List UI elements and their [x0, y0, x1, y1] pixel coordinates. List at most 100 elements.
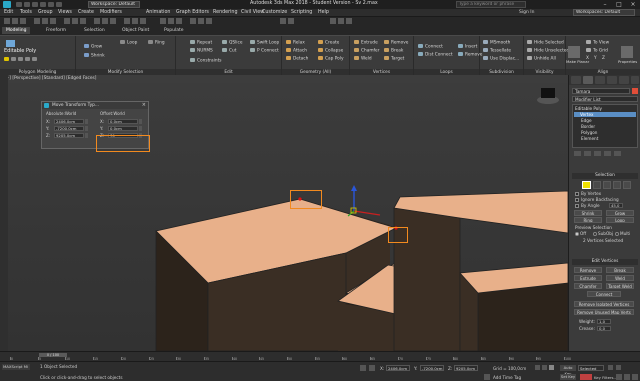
set-keys-icon[interactable] [580, 374, 592, 380]
new-scene-icon[interactable] [16, 2, 22, 7]
key-mode-dropdown[interactable]: Selected [578, 365, 604, 371]
hide-selected-button[interactable]: Hide Selected [527, 40, 564, 47]
key-filters-button[interactable]: Key Filters... [594, 375, 617, 380]
ring-selection-button[interactable]: Ring [574, 217, 602, 223]
extrude-button[interactable]: Extrude [354, 40, 378, 47]
menu-edit[interactable]: Edit [4, 10, 13, 15]
extrude-vertices-button[interactable]: Extrude [574, 275, 602, 281]
stack-item-border[interactable]: Border [581, 124, 595, 129]
hierarchy-tab-icon[interactable] [595, 76, 605, 84]
dialog-close-icon[interactable]: × [142, 102, 146, 109]
weight-spinner[interactable]: 1,0 [597, 319, 611, 324]
absolute-z-spinner[interactable] [85, 133, 88, 138]
pan-icon[interactable] [632, 374, 638, 380]
make-planar-icon[interactable] [568, 46, 580, 58]
absolute-x-spinner[interactable] [85, 119, 88, 124]
msmooth-button[interactable]: MSmooth [483, 40, 510, 47]
remove-vertex-button[interactable]: Remove [384, 40, 408, 47]
use-displace-button[interactable]: Use Displac... [483, 56, 519, 63]
absolute-y-field[interactable]: -7200,0cm [54, 126, 84, 131]
tab-modeling[interactable]: Modeling [2, 27, 31, 34]
close-icon[interactable]: × [626, 0, 640, 9]
y-coordinate-field[interactable]: -7200,0cm [420, 365, 444, 371]
minimize-icon[interactable]: – [598, 0, 612, 9]
go-to-end-icon[interactable] [616, 365, 621, 370]
play-icon[interactable] [549, 365, 554, 370]
angle-spinner[interactable]: 45,0 [609, 203, 623, 208]
shrink-button[interactable]: Shrink [84, 53, 105, 60]
tab-object-paint[interactable]: Object Paint [118, 27, 153, 34]
hide-unselected-button[interactable]: Hide Unselected [527, 48, 569, 55]
menu-animation[interactable]: Animation [146, 10, 170, 15]
orbit-icon[interactable] [624, 374, 630, 380]
create-tab-icon[interactable] [571, 76, 581, 84]
absolute-z-field[interactable]: 9205,0cm [54, 133, 84, 138]
align-y-button[interactable]: Y [594, 56, 597, 62]
menu-graph-editors[interactable]: Graph Editors [176, 10, 209, 15]
weld-button[interactable]: Weld [354, 56, 372, 63]
menu-create[interactable]: Create [78, 10, 94, 15]
absolute-mode-icon[interactable] [369, 365, 375, 371]
grow-selection-button[interactable]: Grow [606, 210, 634, 216]
menu-tools[interactable]: Tools [20, 10, 32, 15]
next-frame-icon[interactable] [608, 365, 613, 370]
app-logo-icon[interactable] [3, 1, 11, 8]
editable-poly-label[interactable]: Editable Poly [4, 48, 36, 54]
open-file-icon[interactable] [24, 2, 30, 7]
motion-tab-icon[interactable] [607, 76, 617, 84]
configure-modifier-sets-icon[interactable] [614, 151, 621, 156]
selection-rollout-header[interactable]: Selection [572, 173, 638, 179]
connect-button[interactable]: Connect [418, 44, 443, 51]
offset-y-spinner[interactable] [139, 126, 142, 131]
modifier-list-dropdown[interactable]: Modifier List [572, 96, 638, 102]
stack-item-vertex[interactable]: Vertex [574, 112, 636, 117]
show-end-result-icon[interactable] [584, 151, 591, 156]
sign-in-button[interactable]: Sign In [519, 10, 534, 15]
border-subobject-icon[interactable] [603, 181, 611, 189]
offset-x-spinner[interactable] [139, 119, 142, 124]
make-unique-icon[interactable] [594, 151, 601, 156]
tab-freeform[interactable]: Freeform [42, 27, 70, 34]
constraints-button[interactable]: Constraints [190, 58, 222, 65]
shrink-selection-button[interactable]: Shrink [574, 210, 602, 216]
target-button[interactable]: Target [384, 56, 404, 63]
p-connect-button[interactable]: P Connect [250, 48, 279, 55]
zoom-icon[interactable] [616, 374, 622, 380]
add-time-tag-button[interactable]: Add Time Tag [493, 375, 521, 380]
detach-button[interactable]: Detach [286, 56, 308, 63]
qslice-button[interactable]: QSlice [222, 40, 243, 47]
attach-button[interactable]: Attach [286, 48, 307, 55]
maxscript-listener[interactable]: MAXScript Mi [2, 364, 30, 370]
preview-subobj-radio[interactable] [593, 232, 597, 236]
properties-icon[interactable] [621, 46, 633, 58]
swift-loop-button[interactable]: Swift Loop [250, 40, 279, 47]
polygon-subobject-icon[interactable] [613, 181, 621, 189]
to-view-button[interactable]: To View [586, 40, 609, 47]
stack-item-polygon[interactable]: Polygon [581, 130, 597, 135]
search-input[interactable]: Type a keyword or phrase [456, 1, 526, 8]
workspaces-dropdown[interactable]: Workspaces: Default [573, 9, 635, 16]
menu-scripting[interactable]: Scripting [291, 10, 312, 15]
utilities-tab-icon[interactable] [631, 76, 639, 84]
remove-loop-button[interactable]: Remove [458, 52, 482, 59]
time-tag-icon[interactable] [484, 374, 490, 380]
ring-button[interactable]: Ring [148, 40, 165, 47]
align-z-button[interactable]: Z [602, 56, 605, 62]
workspace-dropdown[interactable]: Workspace: Default [88, 1, 140, 8]
viewport-label[interactable]: [+] [Perspective] [Standard] [Edged Face… [0, 75, 568, 83]
offset-y-field[interactable]: 0,0cm [108, 126, 138, 131]
cap-poly-button[interactable]: Cap Poly [318, 56, 344, 63]
timeline[interactable]: 0 / 100 0 5 10 15 20 25 30 35 40 45 50 55 60 65 70 75 80… [0, 351, 640, 361]
remove-unused-map-verts-button[interactable]: Remove Unused Map Verts [574, 309, 634, 315]
x-coordinate-field[interactable]: 2406,0cm [386, 365, 410, 371]
grow-button[interactable]: Grow [84, 44, 102, 51]
loop-button[interactable]: Loop [120, 40, 137, 47]
create-button[interactable]: Create [318, 40, 339, 47]
remove-isolated-vertices-button[interactable]: Remove Isolated Vertices [574, 301, 634, 307]
crease-spinner[interactable]: 0,0 [597, 326, 611, 331]
object-name-field[interactable]: Tamara [572, 88, 630, 94]
go-to-start-icon[interactable] [535, 365, 540, 370]
by-angle-checkbox[interactable] [575, 204, 579, 208]
maximize-icon[interactable]: □ [612, 0, 626, 9]
previous-frame-icon[interactable] [542, 365, 547, 370]
